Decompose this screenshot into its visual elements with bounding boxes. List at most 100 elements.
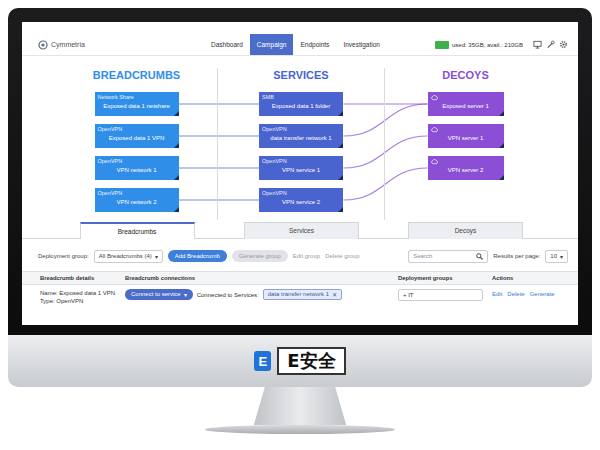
search-field[interactable]: Search [408, 250, 488, 263]
gear-icon[interactable] [559, 40, 568, 49]
search-placeholder: Search [413, 253, 432, 259]
nav-link[interactable]: Campaign [250, 34, 294, 55]
nav-link[interactable]: Investigation [336, 34, 387, 55]
search-icon [476, 253, 483, 260]
breadcrumb-table: Breadcrumb detailsBreadcrumb connections… [22, 271, 578, 305]
action-link[interactable]: Generate [530, 291, 555, 297]
deployment-group-select[interactable]: All Breadcrumbs (4) ▾ [94, 250, 163, 263]
group-action-button[interactable]: Generate group [232, 250, 288, 262]
node-type: OpenVPN [262, 190, 340, 197]
node-type: SMB [262, 94, 340, 101]
caret-icon: ▾ [560, 253, 563, 260]
breadcrumb-node[interactable]: OpenVPN VPN network 2 [95, 188, 179, 212]
nav-link[interactable]: Dashboard [204, 34, 250, 55]
caret-icon: ▾ [184, 291, 187, 298]
column-header: Actions [492, 272, 578, 284]
column-header: Breadcrumb details [40, 272, 125, 284]
deployment-group-label: Deployment group: [38, 253, 89, 259]
storage-indicator: used: 35GB, avail.: 210GB [435, 34, 523, 55]
tab[interactable]: Decoys [408, 222, 523, 239]
node-name: VPN service 2 [262, 197, 340, 207]
breadcrumb-node[interactable]: OpenVPN Exposed data 1 VPN [95, 124, 179, 148]
tab[interactable]: Services [244, 222, 359, 239]
breadcrumb-node[interactable]: Network Share Exposed data 1 netshare [95, 92, 179, 116]
toolbar: Deployment group: All Breadcrumbs (4) ▾ … [22, 247, 578, 265]
results-select[interactable]: 10 ▾ [545, 250, 568, 263]
decoys-column: DECOYS Exposed server 1 VPN server 1 VPN… [385, 68, 578, 220]
node-name: VPN network 2 [98, 197, 176, 207]
node-type: OpenVPN [98, 190, 176, 197]
watermark-badge: E [254, 351, 271, 371]
node-type: OpenVPN [98, 158, 176, 165]
server-icon [431, 94, 438, 101]
actions-cell: Edit Delete Generate [492, 289, 578, 297]
node-type: OpenVPN [262, 126, 340, 133]
action-link[interactable]: Edit [492, 291, 502, 297]
breadcrumb-name: Name: Exposed data 1 VPN [40, 289, 125, 297]
service-tag: data transfer network 1 ✕ [263, 289, 342, 300]
group-action-link[interactable]: Edit group [293, 253, 320, 259]
tab-cell: Decoys [385, 222, 578, 238]
service-node[interactable]: SMB Exposed data 1 folder [259, 92, 343, 116]
breadcrumb-service-link [179, 199, 260, 200]
groups-field[interactable]: + IT [398, 289, 483, 301]
logo-text: Cymmetria [51, 41, 85, 48]
server-icon [431, 158, 438, 165]
connect-service-button[interactable]: Connect to service ▾ [125, 289, 193, 300]
breadcrumb-node[interactable]: OpenVPN VPN network 1 [95, 156, 179, 180]
node-type: OpenVPN [262, 158, 340, 165]
node-name: VPN server 1 [431, 133, 501, 143]
logo[interactable]: Cymmetria [22, 34, 204, 55]
node-type: Network Share [98, 94, 176, 101]
node-name: data transfer network 1 [262, 133, 340, 143]
logo-icon [38, 40, 48, 50]
column-title: DECOYS [442, 68, 488, 82]
table-header: Breadcrumb detailsBreadcrumb connections… [22, 271, 578, 285]
remove-icon[interactable]: ✕ [332, 291, 337, 298]
column-title: SERVICES [273, 68, 328, 82]
select-value: 10 [550, 253, 557, 259]
node-name: VPN network 1 [98, 165, 176, 175]
breadcrumb-service-link [179, 103, 260, 104]
storage-bar [435, 41, 449, 49]
breadcrumb-type: Type: OpenVPN [40, 297, 125, 305]
service-node[interactable]: OpenVPN data transfer network 1 [259, 124, 343, 148]
node-name: VPN server 2 [431, 165, 501, 175]
details-cell: Name: Exposed data 1 VPN Type: OpenVPN [40, 289, 125, 305]
add-breadcrumb-button[interactable]: Add Breadcrumb [168, 250, 227, 262]
node-name: Exposed server 1 [431, 101, 501, 111]
tab[interactable]: Breadcrumbs [80, 222, 195, 239]
page: Cymmetria DashboardCampaignEndpointsInve… [0, 0, 600, 450]
decoy-node[interactable]: VPN server 2 [428, 156, 504, 180]
campaign-diagram: BREADCRUMBS Network Share Exposed data 1… [22, 68, 578, 220]
monitor-stand [245, 387, 355, 425]
node-name: VPN service 1 [262, 165, 340, 175]
nav-links: DashboardCampaignEndpointsInvestigation [204, 34, 387, 55]
nav-link[interactable]: Endpoints [293, 34, 336, 55]
server-icon [431, 126, 438, 133]
decoy-node[interactable]: VPN server 1 [428, 124, 504, 148]
action-link[interactable]: Delete [507, 291, 524, 297]
node-name: Exposed data 1 VPN [98, 133, 176, 143]
monitor-icon[interactable] [533, 40, 542, 49]
service-decoy-link [344, 104, 428, 136]
service-node[interactable]: OpenVPN VPN service 2 [259, 188, 343, 212]
tab-cell: Breadcrumbs [22, 222, 218, 238]
watermark-text: E安全 [277, 347, 345, 375]
wrench-icon[interactable] [546, 40, 555, 49]
breadcrumb-service-link [179, 135, 260, 136]
caret-icon: ▾ [155, 253, 158, 260]
groups-cell: + IT [398, 289, 492, 301]
column-title: BREADCRUMBS [93, 68, 180, 82]
storage-text: used: 35GB, avail.: 210GB [452, 42, 523, 48]
table-row[interactable]: Name: Exposed data 1 VPN Type: OpenVPN C… [22, 285, 578, 305]
monitor-base [205, 425, 395, 434]
results-label: Results per page: [493, 253, 540, 259]
monitor-bezel: Cymmetria DashboardCampaignEndpointsInve… [8, 8, 592, 335]
decoy-node[interactable]: Exposed server 1 [428, 92, 504, 116]
service-node[interactable]: OpenVPN VPN service 1 [259, 156, 343, 180]
column-header: Deployment groups [398, 272, 492, 284]
connections-cell: Connect to service ▾ Connected to Servic… [125, 289, 398, 300]
tab-cell: Services [218, 222, 385, 238]
group-action-link[interactable]: Delete group [325, 253, 359, 259]
